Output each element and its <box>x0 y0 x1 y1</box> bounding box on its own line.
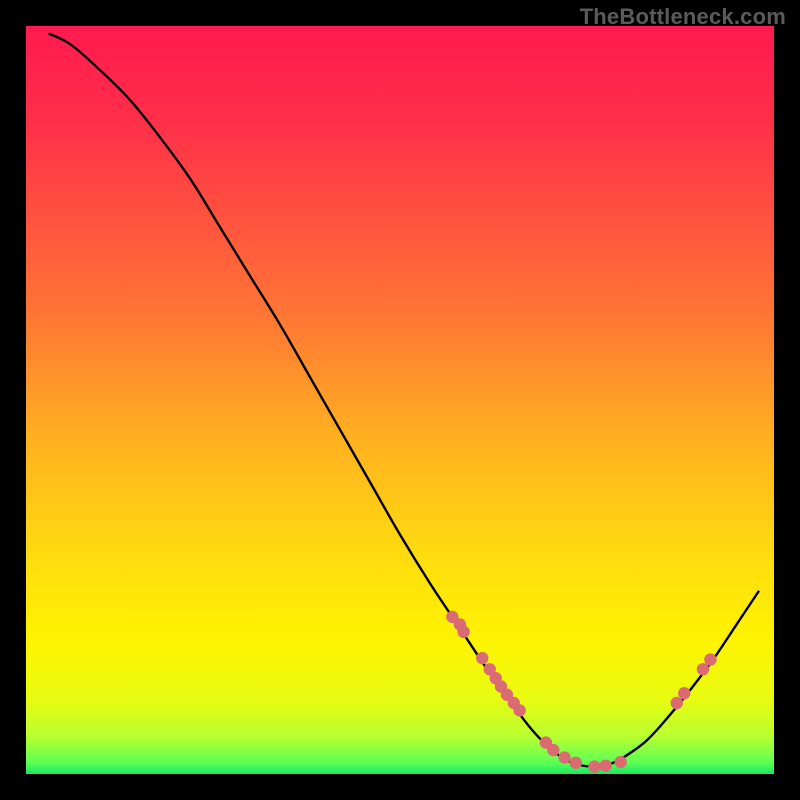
chart-svg <box>26 26 774 774</box>
data-point <box>476 652 488 664</box>
data-point <box>697 663 709 675</box>
data-point <box>547 744 559 756</box>
data-point <box>570 757 582 769</box>
data-point <box>704 653 716 665</box>
data-point <box>678 687 690 699</box>
plot-area <box>26 26 774 774</box>
data-point <box>614 756 626 768</box>
data-point <box>558 751 570 763</box>
data-point <box>600 760 612 772</box>
data-point <box>588 760 600 772</box>
gradient-background <box>26 26 774 774</box>
data-point <box>513 704 525 716</box>
data-point <box>457 626 469 638</box>
watermark-text: TheBottleneck.com <box>580 4 786 30</box>
chart-container: TheBottleneck.com <box>0 0 800 800</box>
data-point <box>671 697 683 709</box>
